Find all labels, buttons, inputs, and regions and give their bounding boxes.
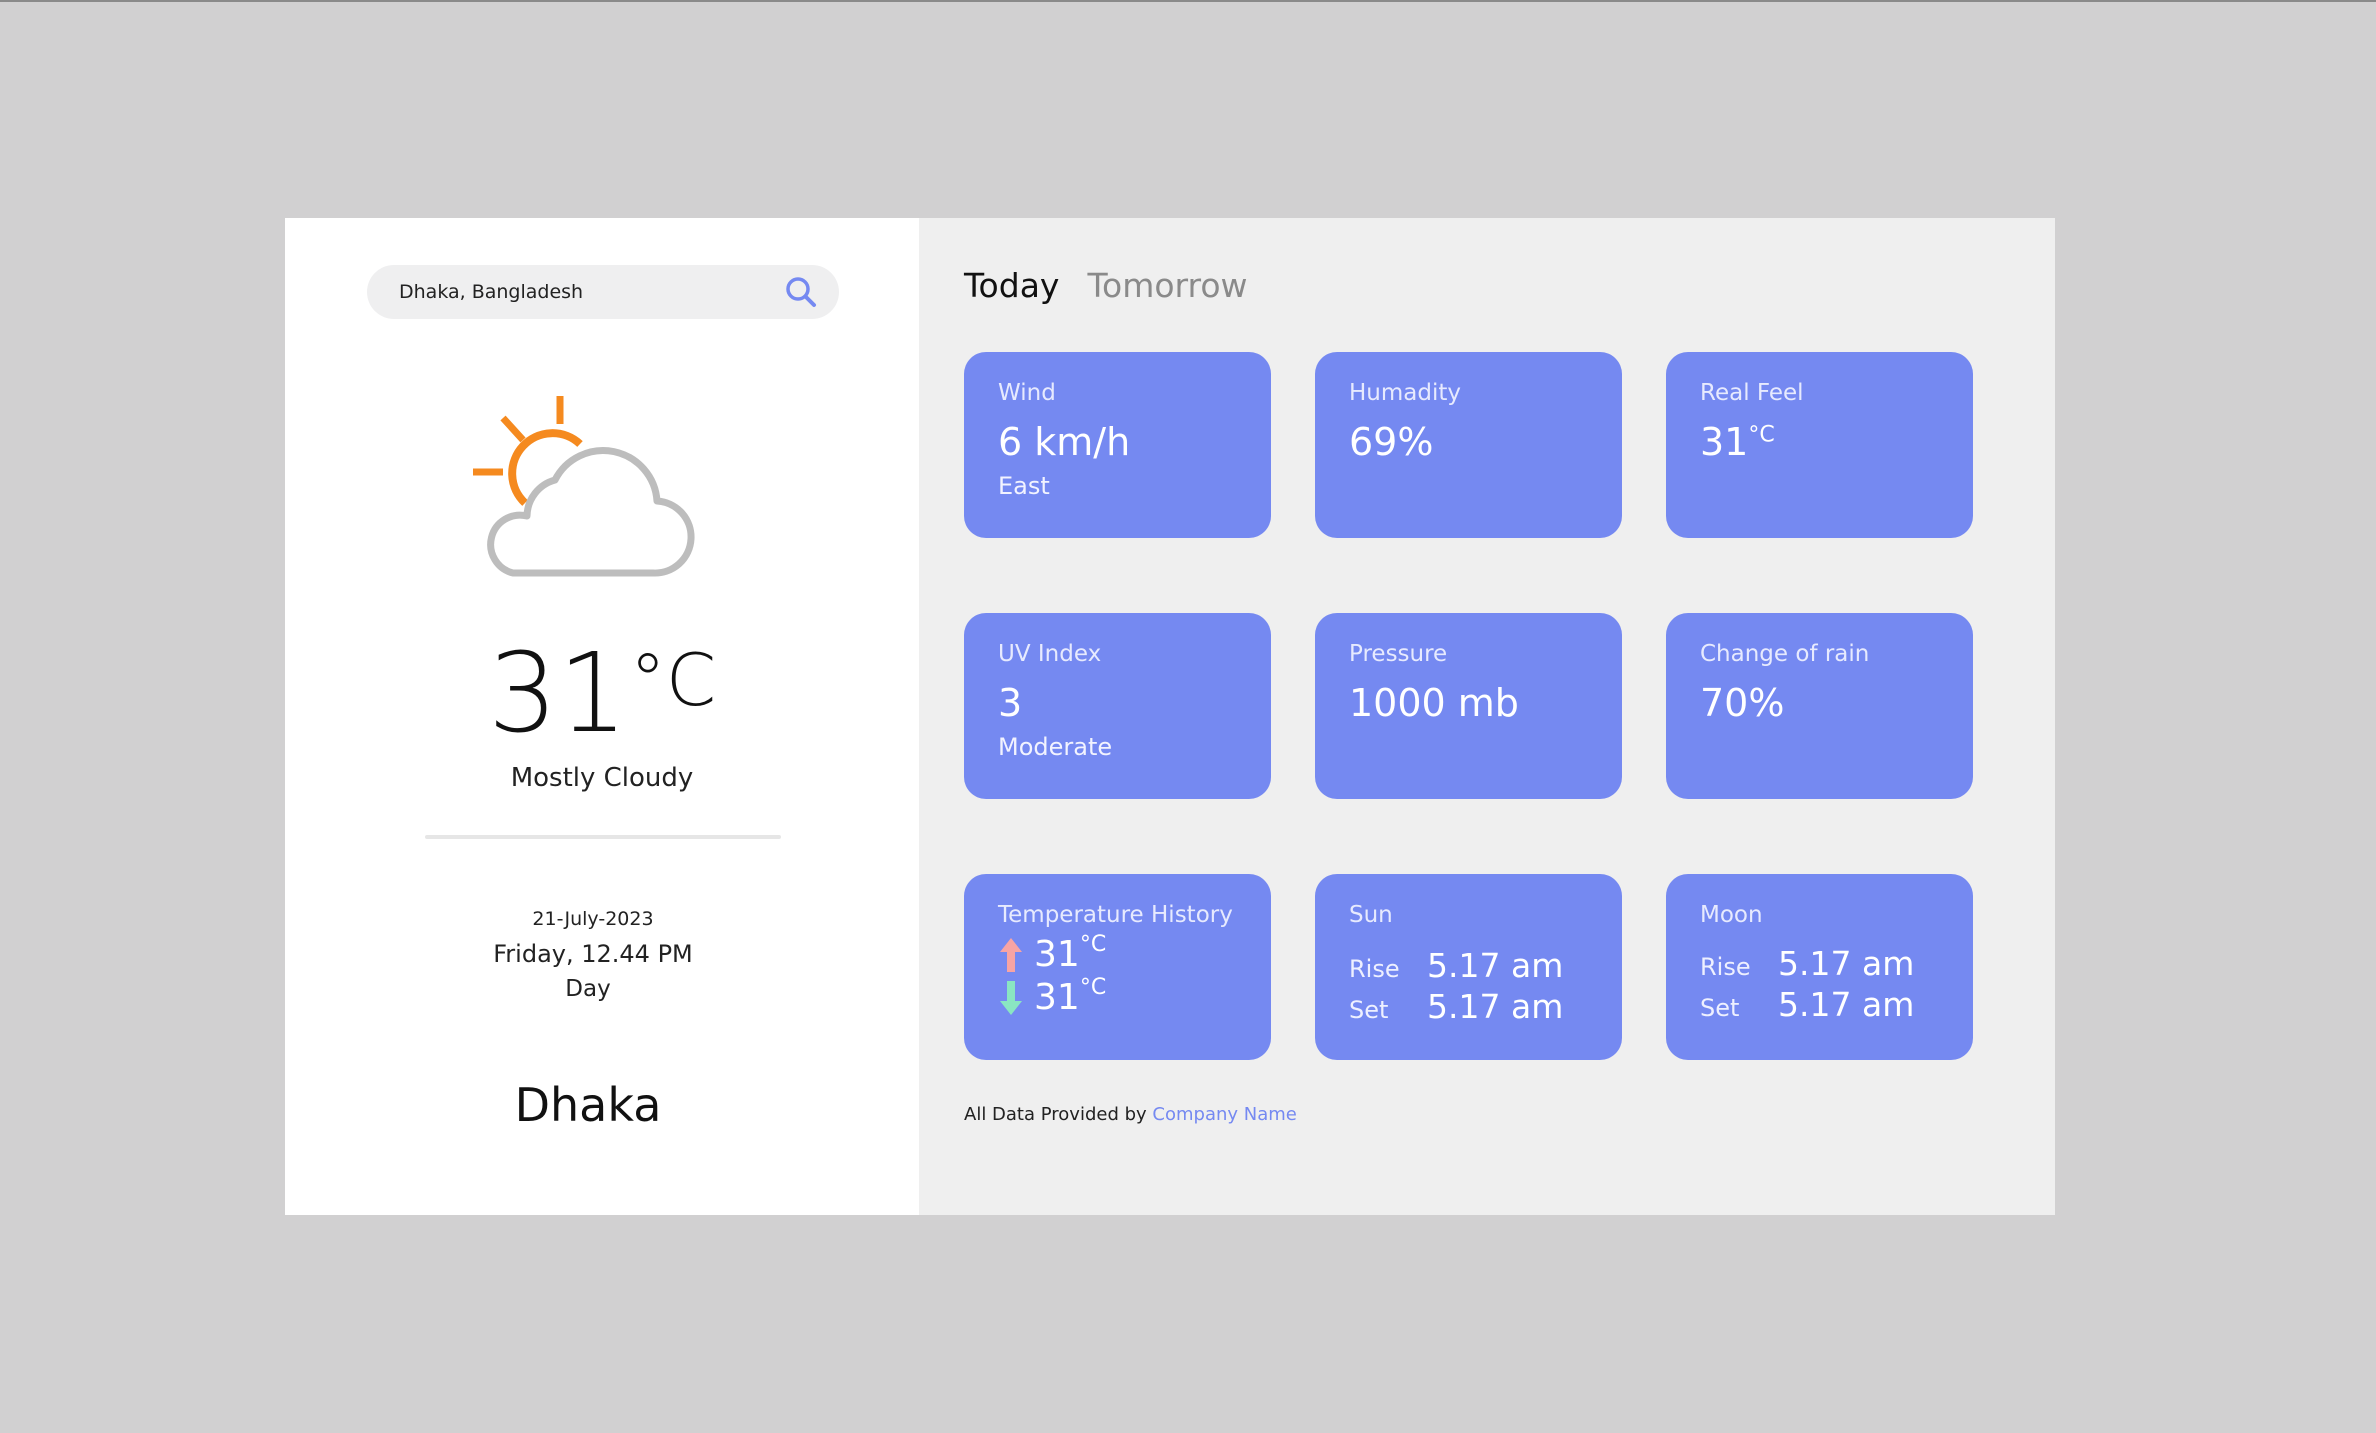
search-button[interactable] — [783, 274, 819, 310]
humidity-label: Humadity — [1349, 380, 1461, 406]
history-high-unit: °C — [1079, 932, 1107, 957]
uv-index-card: UV Index 3 Moderate — [964, 613, 1271, 799]
current-time: Friday, 12.44 PM — [493, 940, 693, 968]
uv-label: UV Index — [998, 641, 1102, 667]
sunrise-value: 5.17 am — [1427, 946, 1564, 985]
arrow-up-icon — [1000, 937, 1022, 972]
rain-chance-card: Change of rain 70% — [1666, 613, 1973, 799]
moonrise-row: Rise 5.17 am — [1700, 944, 1939, 983]
history-low-value: 31 — [1034, 977, 1080, 1018]
history-low-unit: °C — [1079, 975, 1107, 1000]
divider — [425, 835, 781, 839]
moonset-row: Set 5.17 am — [1700, 985, 1939, 1024]
sunrise-row: Rise 5.17 am — [1349, 946, 1588, 985]
company-link[interactable]: Company Name — [1152, 1104, 1296, 1125]
arrow-down-icon — [1000, 980, 1022, 1015]
tab-today[interactable]: Today — [964, 266, 1059, 305]
history-high: 31 °C — [998, 932, 1237, 975]
rain-value: 70% — [1700, 681, 1785, 725]
moonset-label: Set — [1700, 994, 1740, 1022]
wind-direction: East — [998, 472, 1050, 500]
real-feel-number: 31 — [1700, 420, 1749, 464]
search-input[interactable] — [397, 280, 783, 304]
sun-label: Sun — [1349, 902, 1393, 928]
history-label: Temperature History — [998, 902, 1233, 928]
pressure-label: Pressure — [1349, 641, 1448, 667]
wind-value: 6 km/h — [998, 420, 1131, 464]
top-border — [0, 0, 2376, 2]
data-attribution: All Data Provided by Company Name — [964, 1104, 1297, 1125]
sunset-value: 5.17 am — [1427, 987, 1564, 1026]
real-feel-card: Real Feel 31°C — [1666, 352, 1973, 538]
uv-value: 3 — [998, 681, 1023, 725]
attribution-text: All Data Provided by — [964, 1104, 1147, 1125]
search-icon — [786, 277, 816, 307]
pressure-card: Pressure 1000 mb — [1315, 613, 1622, 799]
moon-card: Moon Rise 5.17 am Set 5.17 am — [1666, 874, 1973, 1060]
details-panel: Today Tomorrow Wind 6 km/h East Humadity… — [919, 218, 2055, 1215]
weather-condition: Mostly Cloudy — [510, 763, 694, 793]
rain-label: Change of rain — [1700, 641, 1870, 667]
moonset-value: 5.17 am — [1778, 985, 1915, 1024]
wind-card: Wind 6 km/h East — [964, 352, 1271, 538]
moonrise-label: Rise — [1700, 953, 1751, 981]
real-feel-label: Real Feel — [1700, 380, 1804, 406]
moon-label: Moon — [1700, 902, 1763, 928]
uv-level: Moderate — [998, 733, 1113, 761]
partly-cloudy-icon — [473, 396, 695, 577]
sunset-row: Set 5.17 am — [1349, 987, 1588, 1026]
history-low: 31 °C — [998, 975, 1237, 1018]
wind-label: Wind — [998, 380, 1056, 406]
sunrise-label: Rise — [1349, 955, 1400, 983]
moonrise-value: 5.17 am — [1778, 944, 1915, 983]
temperature-unit: °C — [629, 638, 717, 722]
history-high-value: 31 — [1034, 934, 1080, 975]
tab-tomorrow[interactable]: Tomorrow — [1087, 266, 1247, 305]
real-feel-unit: °C — [1748, 422, 1775, 448]
temperature-history-card: Temperature History 31 °C 31 °C — [964, 874, 1271, 1060]
temperature-value: 31 — [487, 629, 628, 757]
sun-card: Sun Rise 5.17 am Set 5.17 am — [1315, 874, 1622, 1060]
real-feel-value: 31°C — [1700, 420, 1939, 464]
weather-app: 31°C Mostly Cloudy 21-July-2023 Friday, … — [285, 218, 2055, 1215]
current-temperature: 31°C — [285, 638, 919, 748]
current-weather-panel: 31°C Mostly Cloudy 21-July-2023 Friday, … — [285, 218, 919, 1215]
day-period: Day — [565, 976, 611, 1002]
search-bar — [367, 265, 839, 319]
city-name: Dhaka — [514, 1078, 662, 1132]
sunset-label: Set — [1349, 996, 1389, 1024]
day-tabs: Today Tomorrow — [964, 266, 1248, 305]
current-date: 21-July-2023 — [532, 908, 654, 930]
humidity-card: Humadity 69% — [1315, 352, 1622, 538]
humidity-value: 69% — [1349, 420, 1434, 464]
pressure-value: 1000 mb — [1349, 681, 1519, 725]
